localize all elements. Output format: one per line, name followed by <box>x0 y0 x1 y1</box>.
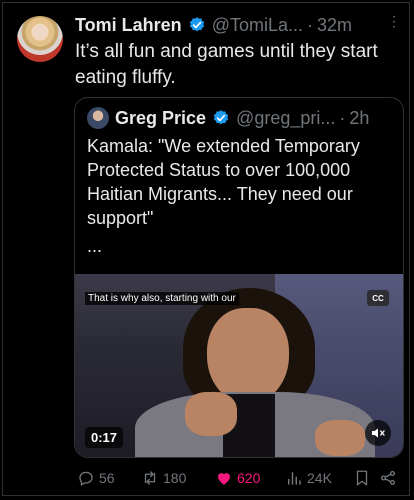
views-button[interactable]: 24K <box>285 469 349 487</box>
bookmark-button[interactable] <box>353 469 379 487</box>
tweet-header: Tomi Lahren @TomiLa... · 32m ⋮ <box>75 13 401 37</box>
repost-count: 180 <box>163 470 187 486</box>
tweet-text: It’s all fun and games until they start … <box>75 41 378 88</box>
quoted-tweet[interactable]: Greg Price @greg_pri... · 2h Kamala: "We… <box>74 97 404 458</box>
video-person-hand <box>185 392 237 436</box>
quoted-author-name: Greg Price <box>115 107 207 128</box>
author-handle[interactable]: @TomiLa... <box>212 15 303 36</box>
author-name[interactable]: Tomi Lahren <box>75 15 182 36</box>
repost-icon <box>144 471 156 485</box>
more-options-icon[interactable]: ⋮ <box>387 13 401 30</box>
action-bar: 56 180 620 24K <box>77 467 401 489</box>
mute-icon[interactable] <box>365 420 391 446</box>
closed-captions-button[interactable]: CC <box>367 290 389 306</box>
share-button[interactable] <box>379 469 401 487</box>
bookmark-icon <box>356 470 368 486</box>
tweet-time[interactable]: 32m <box>317 15 352 36</box>
verified-badge-icon <box>213 110 229 125</box>
quoted-tweet-ellipsis: ... <box>87 236 103 256</box>
quoted-tweet-time: 2h <box>349 107 370 128</box>
quoted-author-handle: @greg_pri... <box>236 107 336 128</box>
author-avatar[interactable] <box>17 16 63 62</box>
tweet-card[interactable]: Tomi Lahren @TomiLa... · 32m ⋮ It’s all … <box>2 2 410 496</box>
verified-badge-icon <box>189 17 204 32</box>
repost-button[interactable]: 180 <box>141 469 207 487</box>
like-button[interactable]: 620 <box>215 469 279 487</box>
reply-button[interactable]: 56 <box>77 469 137 487</box>
reply-count: 56 <box>99 470 115 486</box>
video-player[interactable]: That is why also, starting with our CC 0… <box>75 274 403 457</box>
quoted-tweet-header: Greg Price @greg_pri... · 2h <box>87 106 393 130</box>
reply-icon <box>79 471 93 486</box>
like-icon <box>218 473 230 485</box>
video-caption: That is why also, starting with our <box>85 292 239 305</box>
video-person-hand <box>315 420 365 456</box>
quoted-author-avatar <box>87 107 109 129</box>
separator: · <box>339 107 346 128</box>
video-duration: 0:17 <box>85 427 124 448</box>
share-icon <box>380 470 396 486</box>
video-person-face <box>207 308 289 404</box>
view-count: 24K <box>307 470 332 486</box>
like-count: 620 <box>237 470 261 486</box>
separator: · <box>307 14 313 35</box>
views-icon <box>288 472 301 485</box>
quoted-tweet-text: Kamala: "We extended Temporary Protected… <box>87 136 360 228</box>
